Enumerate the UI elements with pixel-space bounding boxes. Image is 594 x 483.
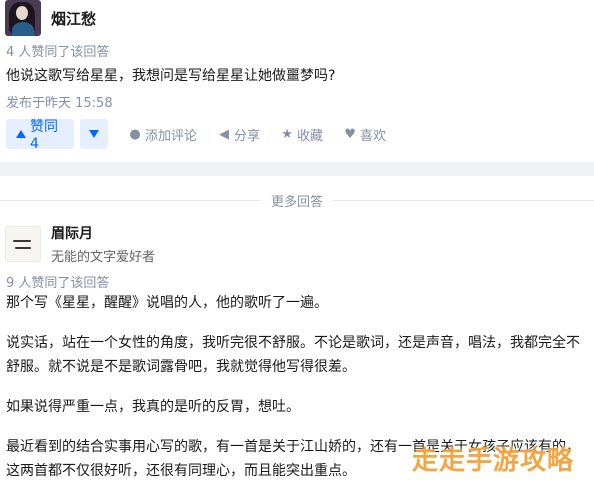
watermark-logo: 走走手游攻略: [412, 446, 575, 476]
triangle-up-icon: [16, 130, 26, 138]
author-row: 烟江愁: [5, 0, 96, 36]
collect-label: 收藏: [297, 128, 324, 144]
section-divider: [0, 162, 594, 176]
answer-paragraph: 说实话，站在一个女性的角度，我听完很不舒服。不论是歌词，还是声音，唱法，我都完全…: [6, 335, 580, 375]
divider-line: [333, 199, 594, 201]
answer-paragraph: 那个写《星星，醒醒》说唱的人，他的歌听了一遍。: [6, 295, 328, 311]
more-answers-divider: 更多回答: [0, 188, 594, 212]
author-name[interactable]: 眉际月: [51, 223, 155, 243]
star-icon: ★: [281, 126, 293, 142]
author-name[interactable]: 烟江愁: [51, 8, 96, 29]
divider-line: [0, 199, 261, 201]
upvote-note: 9 人赞同了该回答: [6, 276, 110, 291]
like-label: 喜欢: [360, 128, 387, 144]
upvote-note: 4 人赞同了该回答: [6, 45, 110, 60]
upvote-label: 赞同 4: [30, 119, 58, 152]
share-label: 分享: [234, 128, 261, 144]
share-icon: ◀: [219, 126, 230, 142]
publish-time[interactable]: 发布于昨天 15:58: [6, 92, 113, 111]
share-button[interactable]: ◀ 分享: [217, 125, 260, 144]
author-meta: 眉际月 无能的文字爱好者: [51, 223, 155, 265]
avatar[interactable]: [5, 226, 41, 262]
collect-button[interactable]: ★ 收藏: [280, 125, 323, 144]
avatar[interactable]: [5, 0, 41, 36]
action-bar: 赞同 4 ● 添加评论 ◀ 分享 ★ 收藏 ♥ 喜欢: [6, 119, 386, 152]
triangle-down-icon: [89, 130, 99, 138]
answer-paragraph: 如果说得严重一点，我真的是听的反胃，想吐。: [6, 399, 300, 415]
like-button[interactable]: ♥ 喜欢: [343, 125, 386, 144]
add-comment-button[interactable]: ● 添加评论: [128, 125, 197, 144]
answer-text: 他说这歌写给星星，我想问是写给星星让她做噩梦吗?: [6, 68, 336, 84]
more-answers-label: 更多回答: [271, 194, 324, 210]
answer-card-1: 烟江愁 4 人赞同了该回答 他说这歌写给星星，我想问是写给星星让她做噩梦吗? 发…: [0, 0, 594, 162]
add-comment-label: 添加评论: [145, 128, 198, 144]
comment-icon: ●: [129, 126, 141, 142]
upvote-button[interactable]: 赞同 4: [6, 119, 74, 152]
heart-icon: ♥: [344, 126, 356, 142]
author-bio: 无能的文字爱好者: [51, 250, 156, 265]
author-row-2: 眉际月 无能的文字爱好者: [5, 223, 155, 265]
downvote-button[interactable]: [80, 119, 108, 149]
